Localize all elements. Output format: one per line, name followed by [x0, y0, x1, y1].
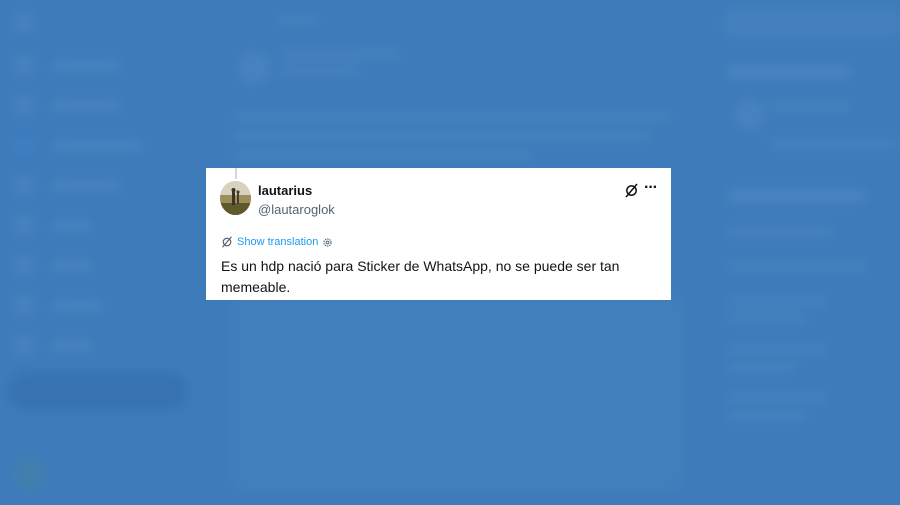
- show-translation-link[interactable]: Show translation: [237, 236, 318, 248]
- show-translation-row[interactable]: Show translation: [221, 235, 333, 249]
- settings-icon[interactable]: [322, 237, 333, 248]
- tweet-card[interactable]: lautarius @lautaroglok ··· Show translat…: [206, 168, 671, 300]
- user-handle[interactable]: @lautaroglok: [258, 202, 335, 217]
- tweet-text: Es un hdp nació para Sticker de WhatsApp…: [221, 258, 620, 295]
- avatar[interactable]: [220, 181, 251, 215]
- translate-icon: [222, 236, 232, 248]
- more-options-icon[interactable]: ···: [644, 180, 658, 196]
- grok-icon[interactable]: [624, 183, 639, 198]
- thread-connector-line: [235, 168, 237, 179]
- display-name[interactable]: lautarius: [258, 183, 312, 198]
